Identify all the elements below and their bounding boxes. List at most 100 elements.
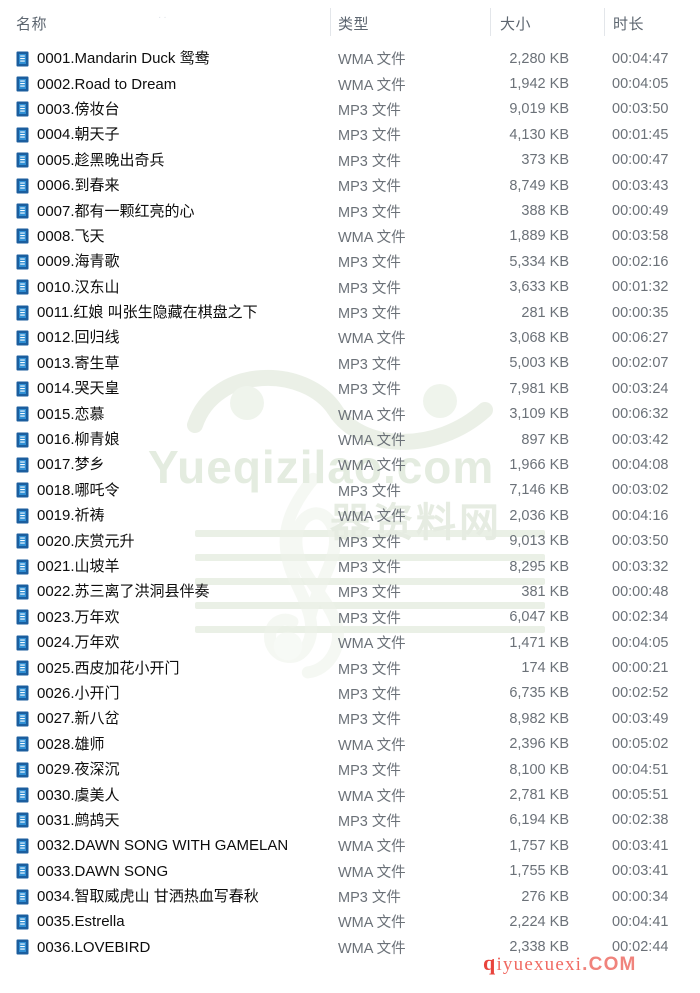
file-name-cell[interactable]: 0002.Road to Dream [16,76,176,92]
column-divider-3[interactable] [604,8,605,36]
file-name-cell[interactable]: 0021.山坡羊 [16,559,120,575]
table-row[interactable]: 0014.哭天皇 MP3 文件 7,981 KB 00:03:24 [0,376,700,401]
file-size-cell: 3,109 KB [509,406,569,423]
file-size-cell: 1,471 KB [509,634,569,651]
table-row[interactable]: 0017.梦乡 WMA 文件 1,966 KB 00:04:08 [0,452,700,477]
column-divider-1[interactable] [330,8,331,36]
table-row[interactable]: 0032.DAWN SONG WITH GAMELAN WMA 文件 1,757 K… [0,833,700,858]
file-name-label: 0012.回归线 [37,329,120,347]
file-name-cell[interactable]: 0005.趁黑晚出奇兵 [16,152,165,168]
file-name-cell[interactable]: 0007.都有一颗红亮的心 [16,203,195,219]
file-name-cell[interactable]: 0022.苏三离了洪洞县伴奏 [16,584,210,600]
audio-file-icon [16,76,29,92]
table-row[interactable]: 0002.Road to Dream WMA 文件 1,942 KB 00:04:05 [0,71,700,96]
file-duration-cell: 00:04:47 [612,50,669,67]
column-header-duration[interactable]: 时长 [613,13,644,34]
file-name-cell[interactable]: 0001.Mandarin Duck 鸳鸯 [16,51,210,67]
file-name-cell[interactable]: 0020.庆赏元升 [16,533,135,549]
table-row[interactable]: 0020.庆赏元升 MP3 文件 9,013 KB 00:03:50 [0,528,700,553]
file-name-cell[interactable]: 0017.梦乡 [16,457,105,473]
file-name-cell[interactable]: 0004.朝天子 [16,127,120,143]
table-row[interactable]: 0010.汉东山 MP3 文件 3,633 KB 00:01:32 [0,275,700,300]
file-size-cell: 897 KB [521,431,569,448]
file-name-cell[interactable]: 0008.飞天 [16,228,105,244]
file-name-cell[interactable]: 0010.汉东山 [16,279,120,295]
file-name-cell[interactable]: 0013.寄生草 [16,355,120,371]
table-row[interactable]: 0005.趁黑晚出奇兵 MP3 文件 373 KB 00:00:47 [0,148,700,173]
table-row[interactable]: 0024.万年欢 WMA 文件 1,471 KB 00:04:05 [0,630,700,655]
file-name-cell[interactable]: 0003.傍妆台 [16,101,120,117]
table-row[interactable]: 0022.苏三离了洪洞县伴奏 MP3 文件 381 KB 00:00:48 [0,579,700,604]
table-row[interactable]: 0013.寄生草 MP3 文件 5,003 KB 00:02:07 [0,351,700,376]
table-row[interactable]: 0033.DAWN SONG WMA 文件 1,755 KB 00:03:41 [0,859,700,884]
file-name-cell[interactable]: 0025.西皮加花小开门 [16,660,180,676]
table-row[interactable]: 0018.哪吒令 MP3 文件 7,146 KB 00:03:02 [0,478,700,503]
file-name-cell[interactable]: 0018.哪吒令 [16,482,120,498]
table-row[interactable]: 0030.虞美人 WMA 文件 2,781 KB 00:05:51 [0,782,700,807]
table-row[interactable]: 0025.西皮加花小开门 MP3 文件 174 KB 00:00:21 [0,655,700,680]
table-row[interactable]: 0029.夜深沉 MP3 文件 8,100 KB 00:04:51 [0,757,700,782]
column-header-size[interactable]: 大小 [500,13,531,34]
table-row[interactable]: 0009.海青歌 MP3 文件 5,334 KB 00:02:16 [0,249,700,274]
table-row[interactable]: 0003.傍妆台 MP3 文件 9,019 KB 00:03:50 [0,97,700,122]
audio-file-icon [16,482,29,498]
file-name-cell[interactable]: 0015.恋慕 [16,406,105,422]
file-name-label: 0019.祈祷 [37,507,105,525]
file-name-cell[interactable]: 0035.Estrella [16,914,125,930]
audio-file-icon [16,51,29,67]
file-name-cell[interactable]: 0033.DAWN SONG [16,863,168,879]
file-duration-cell: 00:00:34 [612,888,669,905]
table-row[interactable]: 0012.回归线 WMA 文件 3,068 KB 00:06:27 [0,325,700,350]
file-name-label: 0003.傍妆台 [37,100,120,118]
file-list[interactable]: 0001.Mandarin Duck 鸳鸯 WMA 文件 2,280 KB 00:04… [0,46,700,960]
file-name-label: 0018.哪吒令 [37,481,120,499]
file-name-cell[interactable]: 0032.DAWN SONG WITH GAMELAN [16,838,288,854]
table-row[interactable]: 0023.万年欢 MP3 文件 6,047 KB 00:02:34 [0,605,700,630]
column-header-name[interactable]: 名称 [16,13,47,34]
file-name-cell[interactable]: 0034.智取威虎山 甘洒热血写春秋 [16,889,259,905]
table-row[interactable]: 0027.新八岔 MP3 文件 8,982 KB 00:03:49 [0,706,700,731]
file-duration-cell: 00:00:21 [612,660,669,677]
file-name-cell[interactable]: 0023.万年欢 [16,609,120,625]
audio-file-icon [16,559,29,574]
file-name-cell[interactable]: 0024.万年欢 [16,635,120,651]
table-row[interactable]: 0015.恋慕 WMA 文件 3,109 KB 00:06:32 [0,401,700,426]
table-row[interactable]: 0031.鹧鸪天 MP3 文件 6,194 KB 00:02:38 [0,808,700,833]
file-size-cell: 9,019 KB [509,101,569,118]
file-name-cell[interactable]: 0028.雄师 [16,736,105,752]
file-type-cell: MP3 文件 [338,382,401,399]
file-name-label: 0034.智取威虎山 甘洒热血写春秋 [37,888,259,906]
file-name-cell[interactable]: 0006.到春来 [16,178,120,194]
file-name-label: 0017.梦乡 [37,456,105,474]
table-row[interactable]: 0028.雄师 WMA 文件 2,396 KB 00:05:02 [0,732,700,757]
table-row[interactable]: 0008.飞天 WMA 文件 1,889 KB 00:03:58 [0,224,700,249]
file-name-cell[interactable]: 0014.哭天皇 [16,381,120,397]
file-name-cell[interactable]: 0011.红娘 叫张生隐藏在棋盘之下 [16,305,258,321]
file-name-cell[interactable]: 0012.回归线 [16,330,120,346]
file-duration-cell: 00:04:41 [612,913,669,930]
file-name-cell[interactable]: 0019.祈祷 [16,508,105,524]
table-row[interactable]: 0016.柳青娘 WMA 文件 897 KB 00:03:42 [0,427,700,452]
table-row[interactable]: 0007.都有一颗红亮的心 MP3 文件 388 KB 00:00:49 [0,198,700,223]
file-name-cell[interactable]: 0031.鹧鸪天 [16,812,120,828]
table-row[interactable]: 0021.山坡羊 MP3 文件 8,295 KB 00:03:32 [0,554,700,579]
file-name-cell[interactable]: 0016.柳青娘 [16,432,120,448]
table-row[interactable]: 0034.智取威虎山 甘洒热血写春秋 MP3 文件 276 KB 00:00:34 [0,884,700,909]
file-name-cell[interactable]: 0026.小开门 [16,685,120,701]
table-row[interactable]: 0026.小开门 MP3 文件 6,735 KB 00:02:52 [0,681,700,706]
file-name-cell[interactable]: 0029.夜深沉 [16,762,120,778]
table-row[interactable]: 0011.红娘 叫张生隐藏在棋盘之下 MP3 文件 281 KB 00:00:35 [0,300,700,325]
file-type-cell: MP3 文件 [338,483,401,500]
file-size-cell: 5,003 KB [509,355,569,372]
table-row[interactable]: 0004.朝天子 MP3 文件 4,130 KB 00:01:45 [0,122,700,147]
file-name-cell[interactable]: 0027.新八岔 [16,711,120,727]
table-row[interactable]: 0019.祈祷 WMA 文件 2,036 KB 00:04:16 [0,503,700,528]
table-row[interactable]: 0035.Estrella WMA 文件 2,224 KB 00:04:41 [0,909,700,934]
column-divider-2[interactable] [490,8,491,36]
file-name-cell[interactable]: 0036.LOVEBIRD [16,939,150,955]
column-header-type[interactable]: 类型 [338,13,369,34]
file-name-cell[interactable]: 0030.虞美人 [16,787,120,803]
table-row[interactable]: 0001.Mandarin Duck 鸳鸯 WMA 文件 2,280 KB 00:04… [0,46,700,71]
file-name-cell[interactable]: 0009.海青歌 [16,254,120,270]
table-row[interactable]: 0006.到春来 MP3 文件 8,749 KB 00:03:43 [0,173,700,198]
